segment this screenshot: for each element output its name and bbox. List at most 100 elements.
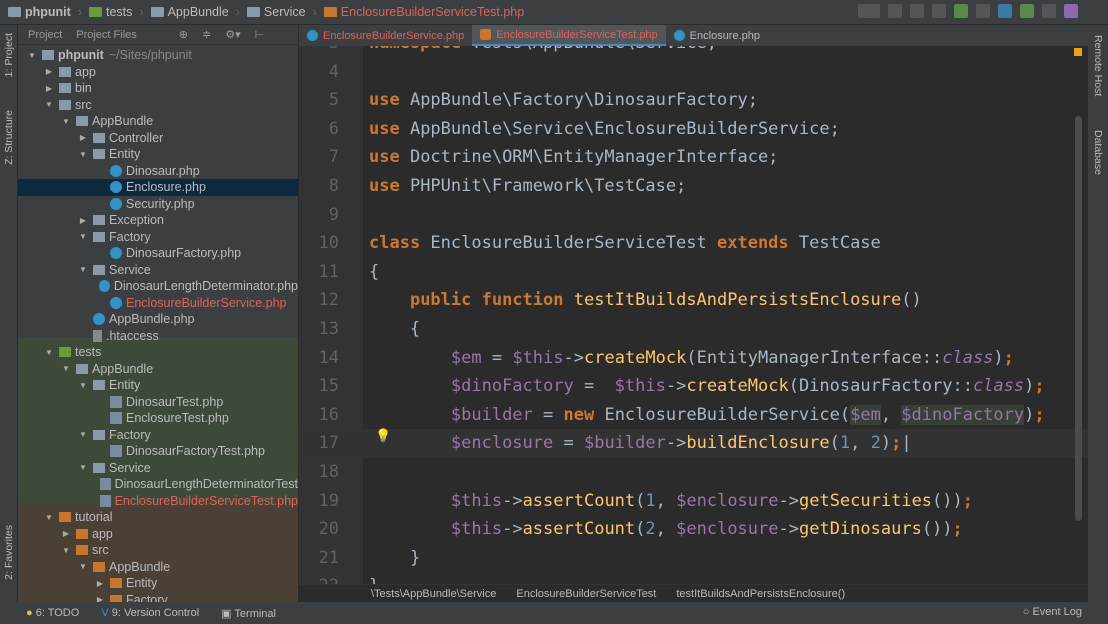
terminal-tool-button[interactable]: ▣ Terminal	[221, 607, 276, 620]
tree-item[interactable]: ▶ Exception	[18, 212, 298, 229]
tab-enclosure[interactable]: Enclosure.php	[666, 25, 768, 46]
nav-crumb-appbundle[interactable]: AppBundle ›	[150, 5, 243, 19]
expanded-arrow-icon[interactable]: ▼	[43, 513, 55, 522]
tree-item[interactable]: ▶ Factory	[18, 592, 298, 602]
expanded-arrow-icon[interactable]: ▼	[77, 430, 89, 439]
tree-item-label: Factory	[126, 592, 168, 602]
vcs-update-icon[interactable]	[998, 4, 1012, 18]
breadcrumb-namespace[interactable]: \Tests\AppBundle\Service	[371, 588, 496, 600]
locate-icon[interactable]: ⊕	[179, 28, 188, 41]
tree-item[interactable]: DinosaurFactory.php	[18, 245, 298, 262]
tree-item[interactable]: DinosaurLengthDeterminator.php	[18, 278, 298, 295]
tree-item[interactable]: EnclosureTest.php	[18, 410, 298, 427]
breadcrumb-class[interactable]: EnclosureBuilderServiceTest	[516, 588, 656, 600]
tree-item[interactable]: ▼ src	[18, 542, 298, 559]
expanded-arrow-icon[interactable]: ▼	[77, 265, 89, 274]
tree-item[interactable]: ▼ src	[18, 97, 298, 114]
tree-item[interactable]: DinosaurTest.php	[18, 394, 298, 411]
tree-item[interactable]: ▶ app	[18, 64, 298, 81]
tree-item[interactable]: ▶ app	[18, 526, 298, 543]
tree-item[interactable]: ▼ tests	[18, 344, 298, 361]
collapsed-arrow-icon[interactable]: ▶	[94, 579, 106, 588]
tree-item[interactable]: .htaccess	[18, 328, 298, 345]
collapsed-arrow-icon[interactable]: ▶	[43, 84, 55, 93]
folder-icon	[76, 528, 88, 539]
tree-item[interactable]: Dinosaur.php	[18, 163, 298, 180]
gear-icon[interactable]: ⚙▾	[225, 28, 240, 41]
inspection-warning-marker[interactable]	[1074, 48, 1082, 56]
tree-item[interactable]: ▼ AppBundle	[18, 559, 298, 576]
tree-item[interactable]: ▼ Service	[18, 460, 298, 477]
tree-item[interactable]: ▼ AppBundle	[18, 113, 298, 130]
rerun-icon[interactable]	[954, 4, 968, 18]
coverage-icon[interactable]	[932, 4, 946, 18]
revert-icon[interactable]	[1064, 4, 1078, 18]
tree-item[interactable]: Security.php	[18, 196, 298, 213]
project-files-view-tab[interactable]: Project Files	[76, 29, 137, 41]
tree-item-label: EnclosureBuilderServiceTest.php	[114, 493, 298, 508]
vcs-commit-icon[interactable]	[1020, 4, 1034, 18]
vcs-history-icon[interactable]	[1042, 4, 1056, 18]
expanded-arrow-icon[interactable]: ▼	[77, 562, 89, 571]
tree-item[interactable]: ▼ tutorial	[18, 509, 298, 526]
tree-item[interactable]: ▶ Controller	[18, 130, 298, 147]
tree-item[interactable]: ▼ Factory	[18, 427, 298, 444]
tree-item[interactable]: Enclosure.php	[18, 179, 298, 196]
expanded-arrow-icon[interactable]: ▼	[26, 51, 38, 60]
folder-icon	[246, 7, 260, 17]
version-control-tool-button[interactable]: V 9: Version Control	[101, 607, 199, 619]
editor-scrollbar[interactable]	[1075, 116, 1082, 521]
collapsed-arrow-icon[interactable]: ▶	[77, 133, 89, 142]
expanded-arrow-icon[interactable]: ▼	[77, 381, 89, 390]
expanded-arrow-icon[interactable]: ▼	[43, 348, 55, 357]
event-log-button[interactable]: ○ Event Log	[1023, 606, 1082, 618]
expanded-arrow-icon[interactable]: ▼	[60, 117, 72, 126]
tree-item[interactable]: EnclosureBuilderService.php	[18, 295, 298, 312]
project-tool-tab[interactable]: 1: Project	[3, 33, 15, 77]
nav-crumb-service[interactable]: Service ›	[246, 5, 320, 19]
nav-crumb-file[interactable]: EnclosureBuilderServiceTest.php	[323, 5, 524, 19]
todo-tool-button[interactable]: ● 6: TODO	[26, 607, 79, 619]
run-config-dropdown[interactable]	[858, 4, 880, 18]
favorites-tool-tab[interactable]: 2: Favorites	[3, 525, 15, 580]
project-view-tab[interactable]: Project	[28, 29, 62, 41]
lightbulb-icon[interactable]: 💡	[375, 428, 391, 444]
tree-item[interactable]: EnclosureBuilderServiceTest.php	[18, 493, 298, 510]
collapse-icon[interactable]: ≑	[202, 28, 211, 41]
expanded-arrow-icon[interactable]: ▼	[77, 150, 89, 159]
nav-crumb-tests[interactable]: tests ›	[89, 5, 147, 19]
hide-icon[interactable]: ⊢	[255, 28, 265, 41]
tree-item[interactable]: ▶ bin	[18, 80, 298, 97]
tree-item[interactable]: ▼ phpunit ~/Sites/phpunit	[18, 47, 298, 64]
tree-item[interactable]: ▼ Factory	[18, 229, 298, 246]
structure-tool-tab[interactable]: Z: Structure	[3, 110, 15, 165]
breadcrumb-method[interactable]: testItBuildsAndPersistsEnclosure()	[676, 588, 845, 600]
tree-item[interactable]: ▼ Entity	[18, 377, 298, 394]
collapsed-arrow-icon[interactable]: ▶	[77, 216, 89, 225]
tree-item[interactable]: AppBundle.php	[18, 311, 298, 328]
tree-item-label: Controller	[109, 130, 164, 145]
tree-item[interactable]: DinosaurFactoryTest.php	[18, 443, 298, 460]
database-tool-tab[interactable]: Database	[1092, 130, 1104, 175]
expanded-arrow-icon[interactable]: ▼	[60, 546, 72, 555]
tab-enclosure-builder-service-test[interactable]: EnclosureBuilderServiceTest.php	[472, 25, 666, 46]
tree-item[interactable]: DinosaurLengthDeterminatorTest	[18, 476, 298, 493]
nav-crumb-phpunit[interactable]: phpunit ›	[8, 5, 85, 19]
stop-icon[interactable]	[976, 4, 990, 18]
tree-item[interactable]: ▼ Entity	[18, 146, 298, 163]
tree-item[interactable]: ▼ Service	[18, 262, 298, 279]
expanded-arrow-icon[interactable]: ▼	[77, 463, 89, 472]
tree-item[interactable]: ▼ AppBundle	[18, 361, 298, 378]
code-editor[interactable]: 3 namespace Tests\AppBundle\Service; 4 5 use…	[299, 46, 1088, 584]
collapsed-arrow-icon[interactable]: ▶	[60, 529, 72, 538]
debug-icon[interactable]	[910, 4, 924, 18]
remote-host-tool-tab[interactable]: Remote Host	[1092, 35, 1104, 96]
tree-item[interactable]: ▶ Entity	[18, 575, 298, 592]
expanded-arrow-icon[interactable]: ▼	[60, 364, 72, 373]
expanded-arrow-icon[interactable]: ▼	[43, 100, 55, 109]
collapsed-arrow-icon[interactable]: ▶	[94, 595, 106, 602]
tab-enclosure-builder-service[interactable]: EnclosureBuilderService.php	[299, 25, 472, 46]
expanded-arrow-icon[interactable]: ▼	[77, 232, 89, 241]
run-icon[interactable]	[888, 4, 902, 18]
collapsed-arrow-icon[interactable]: ▶	[43, 67, 55, 76]
